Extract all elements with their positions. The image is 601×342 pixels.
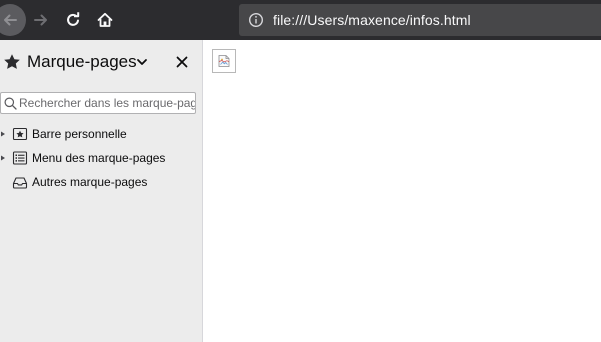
tree-item-label: Menu des marque-pages — [32, 151, 166, 165]
bookmarks-search-box[interactable] — [0, 92, 196, 114]
tree-item-toolbar[interactable]: Barre personnelle — [0, 122, 203, 146]
tree-item-label: Barre personnelle — [32, 127, 127, 141]
url-bar[interactable]: file:///Users/maxence/infos.html — [239, 4, 601, 36]
forward-button[interactable] — [25, 4, 57, 36]
tree-item-other[interactable]: Autres marque-pages — [0, 170, 203, 194]
bookmarks-menu-icon — [12, 151, 28, 165]
url-text[interactable]: file:///Users/maxence/infos.html — [273, 12, 471, 28]
sidebar-title[interactable]: Marque-pages — [27, 52, 137, 72]
page-content — [204, 40, 601, 342]
other-bookmarks-icon — [12, 177, 28, 189]
close-icon[interactable] — [174, 54, 190, 70]
search-icon — [4, 97, 17, 110]
bookmarks-search-input[interactable] — [19, 96, 195, 110]
arrow-right-icon — [34, 14, 47, 26]
star-icon — [4, 54, 20, 69]
tree-item-label: Autres marque-pages — [32, 175, 148, 189]
info-icon — [248, 12, 264, 28]
bookmarks-sidebar: Marque-pages Barre personnelle — [0, 40, 203, 342]
tree-item-menu[interactable]: Menu des marque-pages — [0, 146, 203, 170]
broken-image — [212, 49, 236, 73]
expand-triangle-icon[interactable] — [0, 155, 6, 161]
bookmarks-tree: Barre personnelle Menu des marque-pages — [0, 122, 203, 194]
bookmarks-toolbar-icon — [12, 127, 28, 141]
broken-image-icon — [218, 55, 230, 67]
browser-toolbar: file:///Users/maxence/infos.html — [0, 0, 601, 40]
expand-triangle-icon[interactable] — [0, 131, 6, 137]
home-icon — [97, 12, 113, 27]
chevron-down-icon[interactable] — [136, 57, 148, 67]
home-button[interactable] — [89, 4, 121, 36]
reload-icon — [67, 12, 80, 26]
sidebar-header: Marque-pages — [0, 40, 203, 84]
back-button[interactable] — [0, 4, 26, 36]
site-info-button[interactable] — [240, 4, 272, 36]
reload-button[interactable] — [57, 4, 89, 36]
arrow-left-icon — [4, 14, 17, 26]
